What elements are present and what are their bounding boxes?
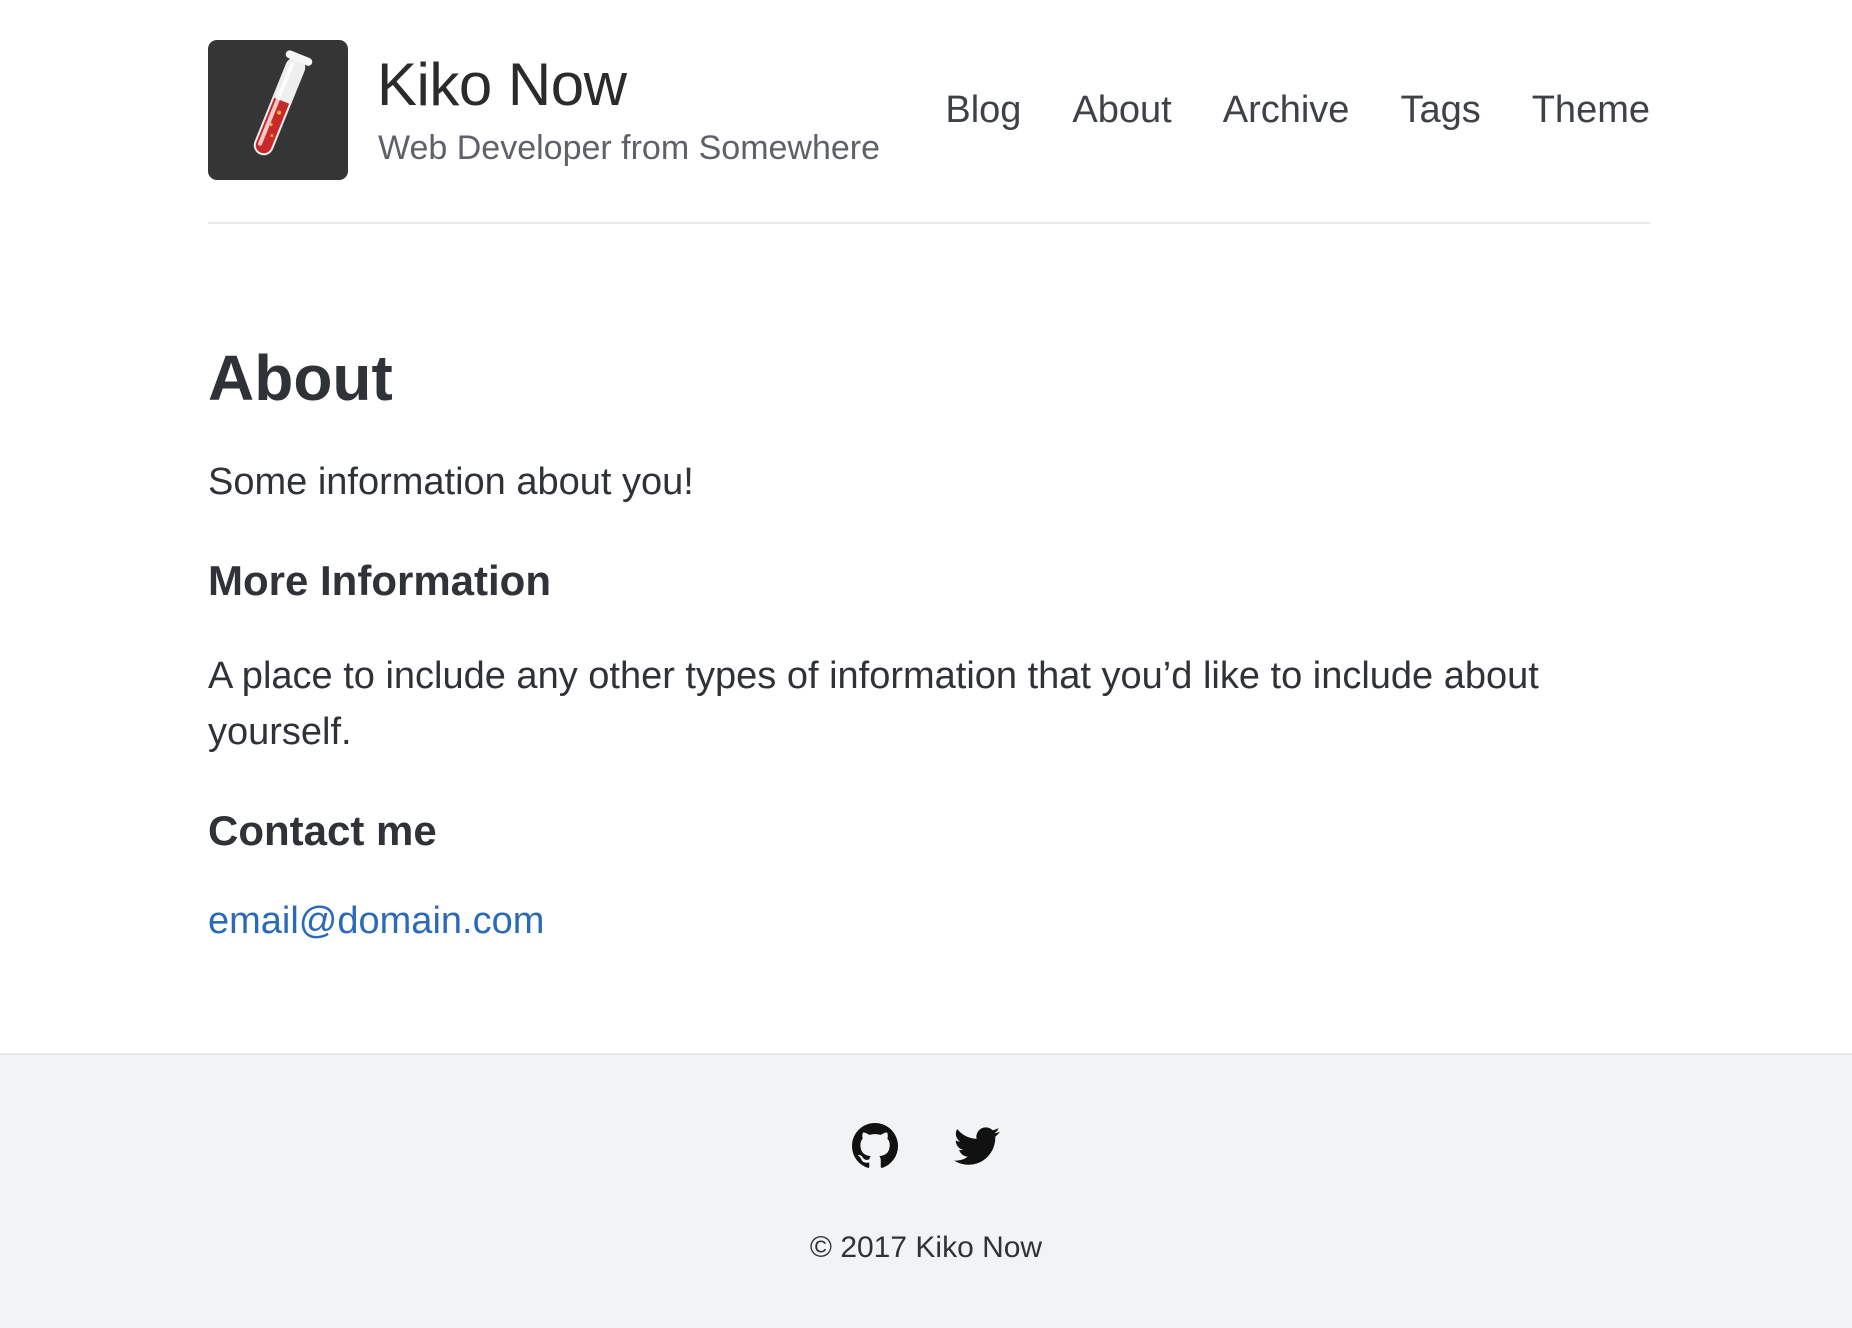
site-header: Kiko Now Web Developer from Somewhere Bl…: [208, 0, 1650, 224]
twitter-icon: [954, 1127, 1000, 1165]
more-information-heading: More Information: [208, 557, 551, 604]
contact-heading: Contact me: [208, 807, 437, 854]
site-logo[interactable]: [208, 40, 348, 180]
github-link[interactable]: [852, 1123, 898, 1169]
intro-text: Some information about you!: [208, 461, 694, 503]
test-tube-icon: [253, 50, 313, 156]
page-title: About: [208, 342, 393, 414]
site-title[interactable]: Kiko Now: [377, 52, 627, 118]
email-link[interactable]: email@domain.com: [208, 899, 544, 945]
twitter-link[interactable]: [954, 1123, 1000, 1169]
nav-item-blog[interactable]: Blog: [945, 88, 1021, 134]
nav-item-tags[interactable]: Tags: [1400, 88, 1480, 134]
main-nav: Blog About Archive Tags Theme: [945, 88, 1650, 134]
github-icon: [852, 1123, 898, 1168]
nav-item-theme[interactable]: Theme: [1532, 88, 1650, 134]
copyright-text: © 2017 Kiko Now: [809, 1231, 1043, 1264]
site-tagline: Web Developer from Somewhere: [378, 129, 881, 167]
social-links: [0, 1123, 1852, 1169]
more-information-text: A place to include any other types of in…: [208, 655, 1539, 753]
page: Kiko Now Web Developer from Somewhere Bl…: [0, 0, 1852, 1328]
nav-item-about[interactable]: About: [1072, 88, 1171, 134]
nav-item-archive[interactable]: Archive: [1223, 88, 1350, 134]
site-footer: © 2017 Kiko Now: [0, 1053, 1852, 1328]
